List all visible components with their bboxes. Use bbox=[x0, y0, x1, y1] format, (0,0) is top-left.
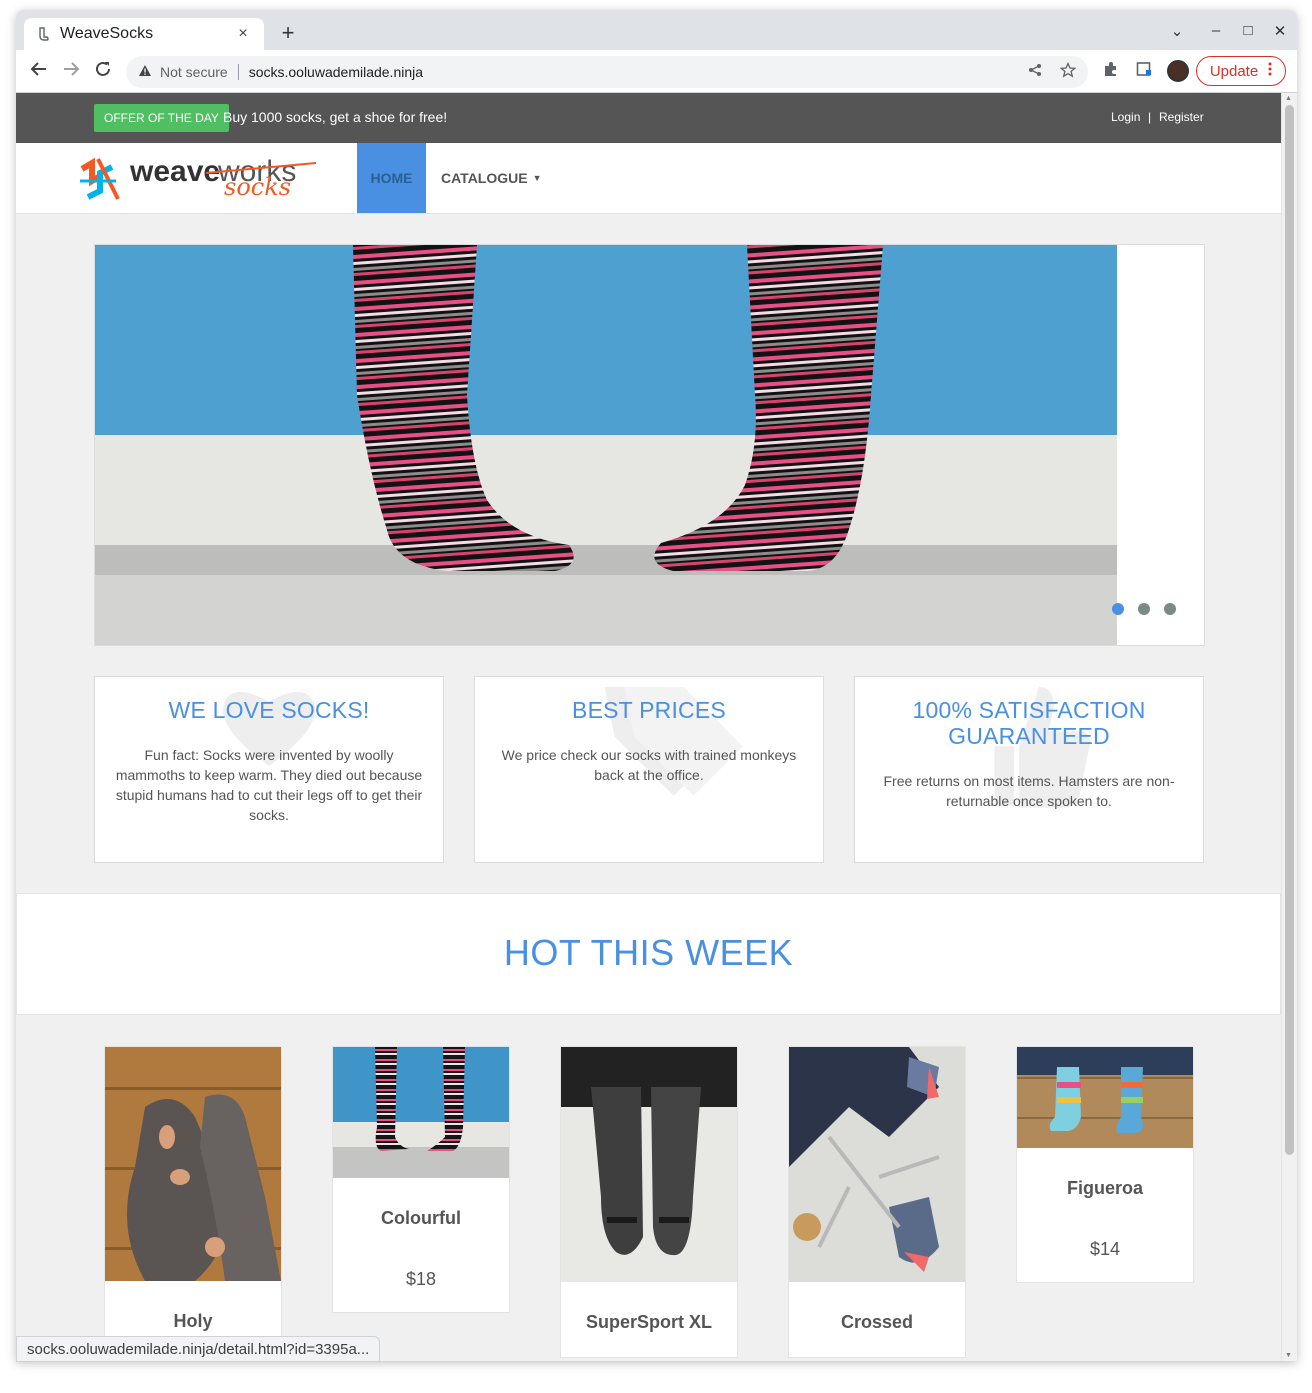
feature-best-prices: BEST PRICES We price check our socks wit… bbox=[474, 676, 824, 863]
nav-home[interactable]: HOME bbox=[357, 143, 426, 213]
nav-catalogue-label: CATALOGUE bbox=[441, 170, 528, 186]
login-register-separator: | bbox=[1148, 110, 1152, 124]
product-image bbox=[1017, 1047, 1193, 1148]
reload-icon[interactable] bbox=[92, 60, 114, 83]
product-card-figueroa[interactable]: Figueroa $14 bbox=[1016, 1046, 1194, 1283]
product-price: $18 bbox=[405, 1269, 437, 1289]
hero-image bbox=[95, 245, 1204, 645]
login-link[interactable]: Login bbox=[1111, 110, 1140, 124]
carousel-dot-3[interactable] bbox=[1164, 603, 1176, 615]
back-arrow-icon[interactable] bbox=[28, 60, 50, 83]
feature-satisfaction: 100% SATISFACTION GUARANTEED Free return… bbox=[854, 676, 1204, 863]
maximize-icon[interactable]: □ bbox=[1238, 22, 1258, 39]
bookmark-star-icon[interactable] bbox=[1059, 61, 1077, 82]
page-scrollbar[interactable]: ▲ ▼ bbox=[1281, 93, 1297, 1361]
logo-socks: socks bbox=[224, 173, 291, 201]
product-image bbox=[561, 1047, 737, 1282]
update-label: Update bbox=[1209, 62, 1259, 80]
more-menu-icon[interactable] bbox=[1268, 62, 1272, 80]
register-link[interactable]: Register bbox=[1159, 110, 1204, 124]
tab-strip: WeaveSocks × + ⌄ – □ ✕ bbox=[16, 10, 1297, 50]
browser-tab[interactable]: WeaveSocks × bbox=[24, 18, 264, 50]
forward-arrow-icon[interactable] bbox=[60, 60, 82, 83]
browser-window: WeaveSocks × + ⌄ – □ ✕ Not secure socks.… bbox=[16, 10, 1297, 1361]
update-button[interactable]: Update bbox=[1196, 56, 1286, 86]
product-name[interactable]: Crossed bbox=[789, 1282, 965, 1357]
weaveworks-socks-logo[interactable]: weave works socks bbox=[78, 151, 318, 207]
feature-text: Fun fact: Socks were invented by woolly … bbox=[115, 747, 423, 823]
product-card-holy[interactable]: Holy bbox=[104, 1046, 282, 1357]
product-name[interactable]: SuperSport XL bbox=[561, 1282, 737, 1357]
feature-we-love-socks: WE LOVE SOCKS! Fun fact: Socks were inve… bbox=[94, 676, 444, 863]
product-card-colourful[interactable]: Colourful $18 bbox=[332, 1046, 510, 1313]
page-icon bbox=[36, 27, 50, 41]
nav-catalogue[interactable]: CATALOGUE ▼ bbox=[426, 143, 557, 213]
feature-title: BEST PRICES bbox=[572, 697, 726, 723]
tab-search-icon[interactable]: ⌄ bbox=[1167, 22, 1187, 40]
product-card-crossed[interactable]: Crossed bbox=[788, 1046, 966, 1358]
hero-carousel[interactable] bbox=[94, 244, 1205, 646]
product-image bbox=[789, 1047, 965, 1282]
url-text[interactable]: socks.ooluwademilade.ninja bbox=[249, 64, 1010, 80]
page-viewport: OFFER OF THE DAY Buy 1000 socks, get a s… bbox=[16, 93, 1281, 1361]
hot-this-week-section: HOT THIS WEEK bbox=[16, 893, 1281, 1015]
feature-text: We price check our socks with trained mo… bbox=[501, 747, 797, 783]
security-label: Not secure bbox=[160, 64, 228, 80]
scroll-thumb[interactable] bbox=[1285, 105, 1294, 1155]
close-tab-icon[interactable]: × bbox=[234, 25, 252, 43]
window-close-icon[interactable]: ✕ bbox=[1270, 22, 1290, 40]
share-icon[interactable] bbox=[1028, 63, 1042, 81]
feature-text: Free returns on most items. Hamsters are… bbox=[883, 773, 1175, 809]
main-navbar: weave works socks HOME CATALOGUE ▼ bbox=[16, 143, 1281, 214]
offer-bar: OFFER OF THE DAY Buy 1000 socks, get a s… bbox=[16, 93, 1281, 143]
feature-title: 100% SATISFACTION GUARANTEED bbox=[912, 697, 1146, 749]
feature-title: WE LOVE SOCKS! bbox=[168, 697, 370, 723]
offer-of-the-day-badge[interactable]: OFFER OF THE DAY bbox=[94, 104, 229, 132]
product-name[interactable]: Colourful bbox=[333, 1178, 509, 1229]
new-tab-button[interactable]: + bbox=[276, 22, 300, 44]
product-card-supersport-xl[interactable]: SuperSport XL bbox=[560, 1046, 738, 1358]
address-bar[interactable]: Not secure socks.ooluwademilade.ninja bbox=[126, 56, 1088, 88]
product-image bbox=[105, 1047, 281, 1281]
product-image bbox=[333, 1047, 509, 1178]
product-name[interactable]: Figueroa bbox=[1017, 1148, 1193, 1199]
browser-toolbar: Not secure socks.ooluwademilade.ninja Up… bbox=[16, 50, 1297, 93]
caret-down-icon: ▼ bbox=[532, 173, 542, 183]
tab-title: WeaveSocks bbox=[60, 25, 154, 42]
carousel-dot-1[interactable] bbox=[1112, 603, 1124, 615]
reading-mode-icon[interactable] bbox=[1136, 61, 1152, 81]
omnibox-divider bbox=[237, 64, 239, 80]
warning-icon[interactable] bbox=[138, 64, 152, 80]
profile-avatar[interactable] bbox=[1167, 60, 1189, 82]
logo-weave: weave bbox=[129, 155, 220, 188]
carousel-dot-2[interactable] bbox=[1138, 603, 1150, 615]
scroll-down-icon[interactable]: ▼ bbox=[1285, 1352, 1292, 1359]
extensions-puzzle-icon[interactable] bbox=[1103, 61, 1119, 81]
product-price: $14 bbox=[1089, 1239, 1121, 1259]
offer-text: Buy 1000 socks, get a shoe for free! bbox=[223, 109, 448, 125]
section-title: HOT THIS WEEK bbox=[503, 932, 794, 973]
scroll-up-icon[interactable]: ▲ bbox=[1285, 95, 1292, 102]
link-status-bar: socks.ooluwademilade.ninja/detail.html?i… bbox=[16, 1336, 381, 1362]
minimize-icon[interactable]: – bbox=[1206, 22, 1226, 39]
